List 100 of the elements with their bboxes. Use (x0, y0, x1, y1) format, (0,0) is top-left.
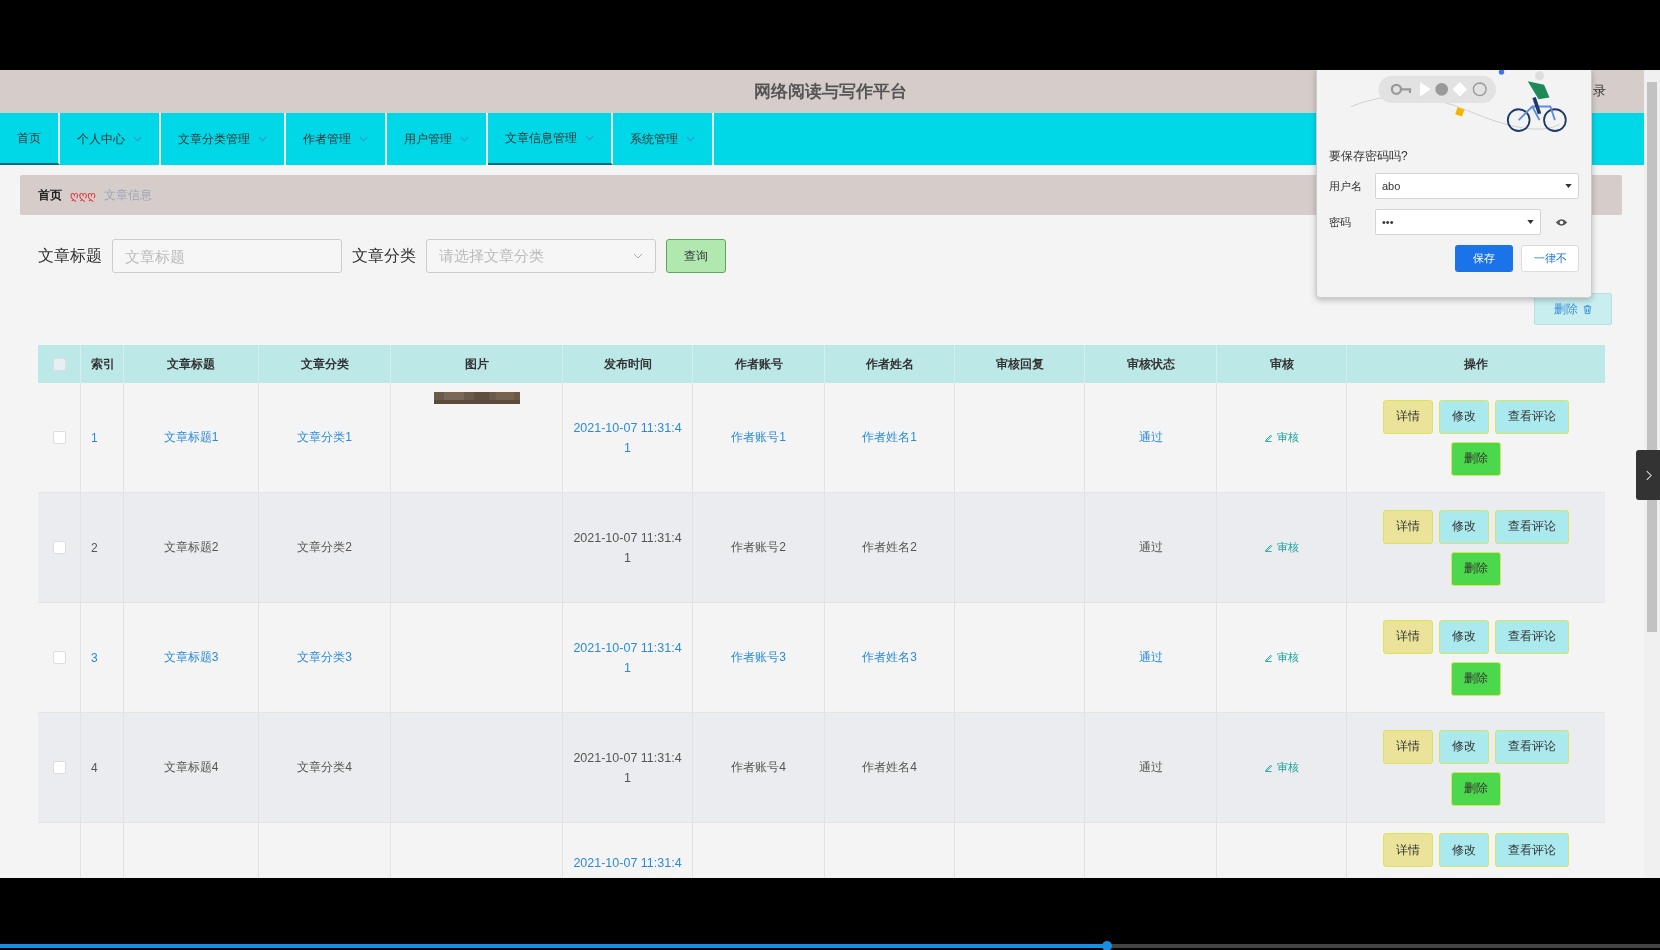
table-cell: 通过 (1138, 759, 1163, 776)
video-progress-bar[interactable] (0, 944, 1660, 948)
pen-icon (1264, 543, 1273, 552)
nav-tab[interactable]: 文章分类管理 (161, 113, 286, 165)
nav-tab[interactable]: 系统管理 (613, 113, 714, 165)
table-cell: 通过 (1138, 539, 1163, 556)
pen-icon (1264, 653, 1273, 662)
action-button[interactable]: 修改 (1439, 509, 1489, 544)
chevron-down-icon (359, 136, 368, 142)
breadcrumb-separator: ღღღ (70, 188, 96, 202)
table-cell: 文章分类4 (297, 759, 352, 776)
nav-tab[interactable]: 作者管理 (286, 113, 387, 165)
table-cell: 文章标题4 (163, 759, 219, 776)
action-button[interactable]: 详情 (1383, 833, 1433, 867)
dropdown-arrow-icon (1527, 220, 1534, 224)
table-cell: 1 (91, 430, 98, 445)
table-cell: 文章分类3 (297, 649, 352, 666)
table-cell: 作者账号2 (731, 539, 786, 556)
nav-tab[interactable]: 文章信息管理 (488, 113, 613, 165)
action-button[interactable]: 详情 (1383, 399, 1433, 434)
nav-tab[interactable]: 个人中心 (60, 113, 161, 165)
field-label: 密码 (1329, 214, 1352, 230)
action-button[interactable]: 修改 (1439, 833, 1489, 867)
row-checkbox[interactable] (52, 541, 66, 554)
dialog-title: 要保存密码吗? (1329, 148, 1409, 165)
action-button[interactable]: 删除 (1451, 441, 1501, 476)
username-select[interactable]: abo (1375, 173, 1579, 199)
action-button[interactable]: 删除 (1451, 551, 1501, 586)
table-cell: 作者账号1 (731, 429, 786, 446)
chevron-down-icon (686, 136, 695, 142)
row-checkbox[interactable] (52, 651, 66, 664)
table-cell: 2 (91, 540, 98, 555)
chevron-right-icon (1644, 469, 1652, 481)
column-header: 审核状态 (1126, 355, 1175, 373)
password-select[interactable]: ••• (1375, 209, 1541, 235)
table-cell: 作者姓名2 (862, 539, 917, 556)
table-cell: 作者姓名1 (862, 429, 917, 446)
table-cell: 通过 (1138, 649, 1163, 666)
action-button[interactable]: 详情 (1383, 729, 1433, 764)
action-button[interactable]: 查看评论 (1495, 619, 1569, 654)
field-label: 文章分类 (352, 245, 416, 266)
progress-handle[interactable] (1102, 941, 1113, 950)
pen-icon (1264, 433, 1273, 442)
pen-icon (1264, 763, 1273, 772)
row-checkbox[interactable] (52, 761, 66, 774)
chevron-down-icon (633, 253, 643, 259)
action-button[interactable]: 查看评论 (1495, 729, 1569, 764)
never-button[interactable]: 一律不 (1521, 245, 1579, 272)
eye-icon[interactable] (1555, 217, 1568, 227)
table-cell: 文章标题3 (163, 649, 219, 666)
table-cell: 作者账号3 (731, 649, 786, 666)
table-cell: 文章分类1 (297, 429, 352, 446)
query-button[interactable]: 查询 (666, 239, 726, 273)
table-cell: 文章标题1 (163, 429, 219, 446)
column-header: 发布时间 (603, 355, 652, 373)
action-button[interactable]: 修改 (1439, 399, 1489, 434)
dropdown-arrow-icon (1565, 184, 1572, 188)
trash-icon (1581, 303, 1593, 315)
breadcrumb-home[interactable]: 首页 (38, 186, 62, 204)
save-button[interactable]: 保存 (1455, 245, 1513, 272)
action-button[interactable]: 删除 (1451, 771, 1501, 806)
row-checkbox[interactable] (52, 431, 66, 444)
header-link[interactable]: 录 (1593, 82, 1606, 100)
table-cell: 文章分类2 (297, 539, 352, 556)
table-cell-text: 2021-10-07 11:31:4 1 (573, 529, 682, 567)
table-cell-text: 2021-10-07 11:31:4 (573, 855, 682, 872)
scrollbar[interactable] (1644, 70, 1660, 878)
action-button[interactable]: 查看评论 (1495, 509, 1569, 544)
action-button[interactable]: 详情 (1383, 509, 1433, 544)
nav-tab[interactable]: 首页 (0, 113, 60, 165)
column-header: 审核 (1269, 355, 1294, 373)
chevron-down-icon (258, 136, 267, 142)
column-header: 审核回复 (995, 355, 1044, 373)
table-cell-text: 2021-10-07 11:31:4 1 (573, 749, 682, 787)
action-button[interactable]: 查看评论 (1495, 399, 1569, 434)
table-cell: 通过 (1138, 429, 1163, 446)
table-cell: 作者姓名3 (862, 649, 917, 666)
chevron-down-icon (585, 135, 594, 141)
column-header: 文章分类 (300, 355, 349, 373)
table-cell: 3 (91, 650, 98, 665)
column-header: 操作 (1464, 355, 1488, 373)
table-cell: 作者姓名4 (862, 759, 917, 776)
field-label: 用户名 (1329, 178, 1363, 194)
action-button[interactable]: 修改 (1439, 729, 1489, 764)
field-label: 文章标题 (38, 245, 102, 266)
action-button[interactable]: 修改 (1439, 619, 1489, 654)
site-title: 网络阅读与写作平台 (753, 81, 907, 103)
chevron-down-icon (133, 136, 142, 142)
table-cell-text: 2021-10-07 11:31:4 1 (573, 419, 682, 457)
action-button[interactable]: 详情 (1383, 619, 1433, 654)
title-input[interactable]: 文章标题 (112, 239, 342, 273)
side-toggle-button[interactable] (1636, 450, 1660, 500)
nav-tab[interactable]: 用户管理 (387, 113, 488, 165)
select-all-checkbox[interactable] (52, 357, 66, 371)
chevron-down-icon (460, 136, 469, 142)
action-button[interactable]: 删除 (1451, 661, 1501, 696)
table-cell: 文章标题2 (163, 539, 219, 556)
column-header: 索引 (91, 355, 115, 373)
column-header: 图片 (464, 355, 489, 373)
action-button[interactable]: 查看评论 (1495, 833, 1569, 867)
